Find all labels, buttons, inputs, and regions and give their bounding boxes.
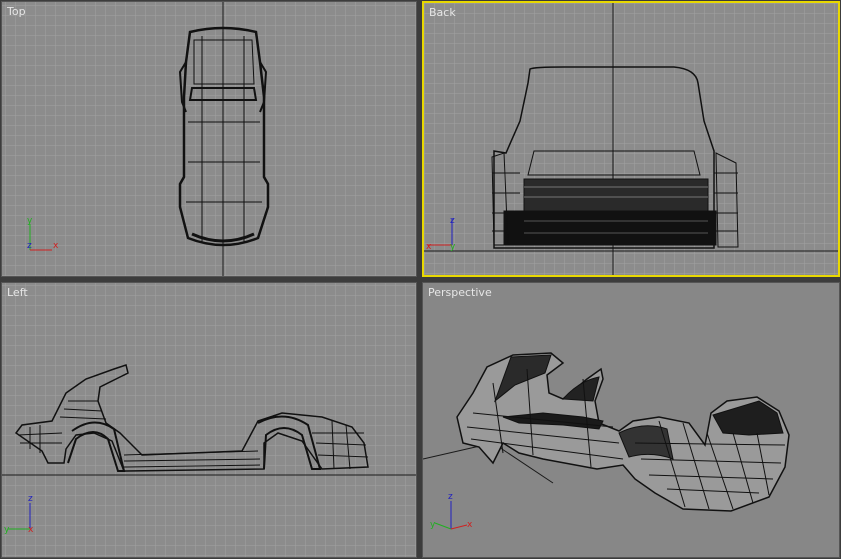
- axis-label: x: [467, 520, 473, 530]
- axis-label: z: [27, 241, 32, 251]
- axis-label: x: [53, 241, 59, 251]
- viewport-label[interactable]: Left: [7, 286, 28, 299]
- viewport-left[interactable]: z y x Left: [1, 282, 417, 558]
- axis-label: y: [450, 242, 456, 252]
- axis-label: z: [448, 492, 453, 502]
- viewport-label[interactable]: Top: [7, 5, 26, 18]
- axis-label: x: [28, 525, 34, 535]
- viewport-top[interactable]: y z x Top: [1, 1, 417, 277]
- axis-label: y: [27, 216, 33, 226]
- axis-label: z: [450, 216, 455, 226]
- axis-label: x: [426, 242, 432, 252]
- viewport-label[interactable]: Back: [429, 6, 456, 19]
- axis-label: y: [4, 525, 10, 535]
- viewport-top-canvas[interactable]: y z x: [2, 2, 417, 277]
- viewport-left-canvas[interactable]: z y x: [2, 283, 417, 558]
- viewport-back-canvas[interactable]: z x y: [424, 3, 838, 275]
- axis-label: z: [28, 494, 33, 504]
- axis-tripod-perspective: [434, 501, 468, 530]
- viewport-back[interactable]: z x y Back: [422, 1, 840, 277]
- viewport-perspective-canvas[interactable]: z y x: [423, 283, 840, 558]
- car-perspective-mesh: [456, 352, 790, 512]
- viewport-label[interactable]: Perspective: [428, 286, 492, 299]
- axis-label: y: [430, 520, 436, 530]
- viewport-perspective[interactable]: z y x Perspective: [422, 282, 840, 558]
